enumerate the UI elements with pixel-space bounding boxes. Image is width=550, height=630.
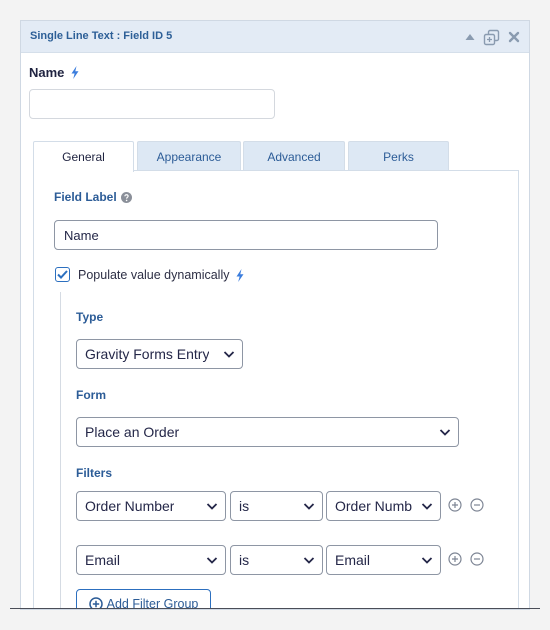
tab-perks[interactable]: Perks xyxy=(348,141,449,171)
filter-property-select[interactable]: Email xyxy=(76,545,226,575)
duplicate-icon[interactable] xyxy=(483,29,500,46)
filter-operator-value: is xyxy=(239,498,250,514)
populate-label: Populate value dynamically xyxy=(78,268,244,282)
header-actions xyxy=(465,27,520,47)
help-icon[interactable] xyxy=(120,191,132,203)
populate-checkbox[interactable] xyxy=(55,267,70,282)
type-label: Type xyxy=(76,310,104,324)
chevron-down-icon xyxy=(439,427,451,437)
filter-operator-select[interactable]: is xyxy=(230,491,323,521)
bottom-divider xyxy=(10,608,540,609)
filter-property-value: Email xyxy=(85,552,121,568)
lightning-icon xyxy=(236,268,244,282)
field-label-heading: Field Label xyxy=(54,190,132,204)
remove-filter-icon[interactable] xyxy=(470,498,484,512)
field-label-text: Field Label xyxy=(54,190,117,204)
name-input[interactable] xyxy=(29,89,275,119)
type-select[interactable]: Gravity Forms Entry xyxy=(76,339,243,369)
name-label-text: Name xyxy=(29,65,65,80)
add-filter-icon[interactable] xyxy=(448,498,462,512)
field-settings-card: Single Line Text : Field ID 5 Name Gener… xyxy=(20,20,530,610)
filters-label: Filters xyxy=(76,466,113,480)
form-label: Form xyxy=(76,388,106,402)
field-title: Single Line Text : Field ID 5 xyxy=(30,30,173,42)
filter-value-select[interactable]: Email xyxy=(326,545,441,575)
populate-label-text: Populate value dynamically xyxy=(78,268,230,282)
chevron-down-icon xyxy=(223,349,235,359)
filter-operator-value: is xyxy=(239,552,250,568)
filter-value-select[interactable]: Order Numb xyxy=(326,491,441,521)
chevron-down-icon xyxy=(421,501,433,511)
chevron-down-icon xyxy=(206,555,218,565)
chevron-down-icon xyxy=(206,501,218,511)
form-select[interactable]: Place an Order xyxy=(76,417,459,447)
lightning-icon xyxy=(71,66,79,79)
collapse-icon[interactable] xyxy=(465,33,475,41)
field-label-input[interactable]: Name xyxy=(54,220,438,250)
tab-advanced[interactable]: Advanced xyxy=(243,141,345,171)
filter-property-value: Order Number xyxy=(85,498,175,514)
chevron-down-icon xyxy=(421,555,433,565)
populate-settings-divider xyxy=(60,292,61,609)
field-label-value: Name xyxy=(64,227,99,243)
name-setting-label: Name xyxy=(29,65,79,80)
type-selected-value: Gravity Forms Entry xyxy=(85,346,210,362)
filter-operator-select[interactable]: is xyxy=(230,545,323,575)
tab-general[interactable]: General xyxy=(33,141,134,172)
add-filter-group-button[interactable]: Add Filter Group xyxy=(76,589,211,609)
filter-value-value: Email xyxy=(335,552,371,568)
filter-property-select[interactable]: Order Number xyxy=(76,491,226,521)
chevron-down-icon xyxy=(303,555,315,565)
delete-icon[interactable] xyxy=(508,31,520,43)
field-header[interactable]: Single Line Text : Field ID 5 xyxy=(21,21,529,53)
general-panel: Field Label Name Populate value dynamica… xyxy=(33,170,519,609)
form-selected-value: Place an Order xyxy=(85,424,180,440)
remove-filter-icon[interactable] xyxy=(470,552,484,566)
filter-value-value: Order Numb xyxy=(335,498,413,514)
add-filter-icon[interactable] xyxy=(448,552,462,566)
chevron-down-icon xyxy=(303,501,315,511)
tab-appearance[interactable]: Appearance xyxy=(137,141,241,171)
